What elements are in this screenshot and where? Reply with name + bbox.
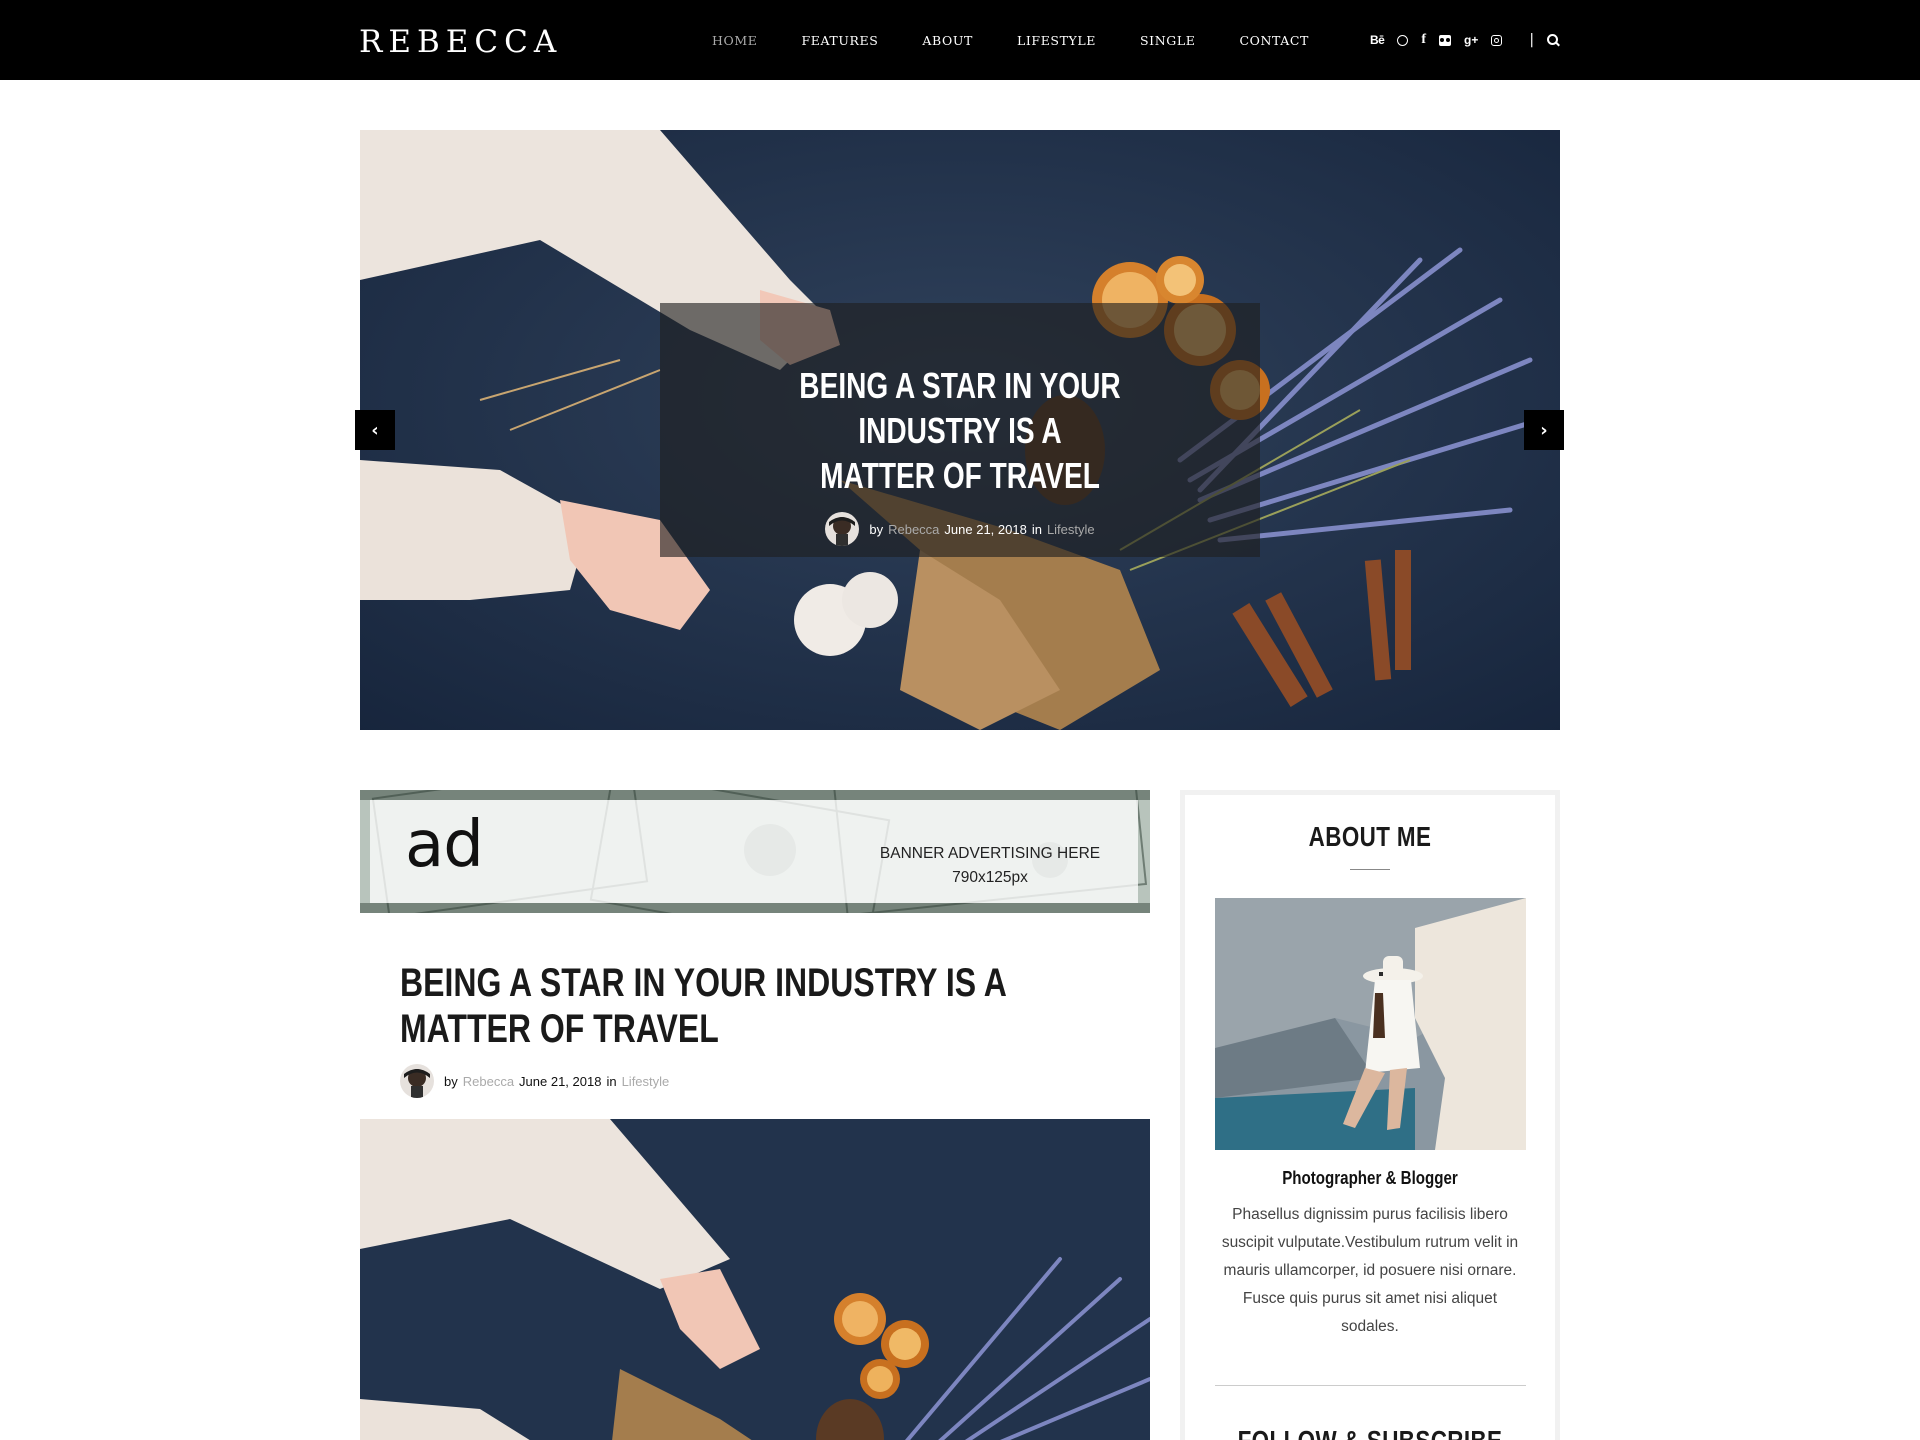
category-link[interactable]: Lifestyle [1047,522,1095,537]
main-menu: HOME FEATURES ABOUT LIFESTYLE SINGLE CON… [690,0,1331,80]
ad-description: BANNER ADVERTISING HERE 790x125px [875,842,1105,890]
meta-in-label: in [606,1073,617,1089]
nav-about[interactable]: ABOUT [922,33,973,48]
nav-lifestyle[interactable]: LIFESTYLE [1017,33,1096,48]
post-meta: by Rebecca June 21, 2018 in Lifestyle [400,1064,669,1098]
facebook-icon[interactable]: f [1421,33,1426,47]
meta-in-label: in [1031,521,1042,537]
author-link[interactable]: Rebecca [463,1074,514,1089]
author-role: Photographer & Blogger [1282,1168,1458,1188]
site-logo[interactable]: REBECCA [359,22,562,62]
hero-post-meta: by Rebecca June 21, 2018 in Lifestyle [660,512,1260,546]
ad-overlay-panel: ad BANNER ADVERTISING HERE 790x125px [370,800,1138,903]
post-featured-image[interactable] [360,1119,1150,1440]
author-link[interactable]: Rebecca [888,522,939,537]
hero-post-title[interactable]: BEING A STAR IN YOUR INDUSTRY IS A MATTE… [726,363,1194,498]
nav-features[interactable]: FEATURES [801,33,878,48]
section-divider [1215,1385,1526,1386]
ad-line-2: 790x125px [952,869,1028,886]
author-avatar[interactable] [825,512,860,546]
meta-by-label: by [444,1073,458,1089]
flickr-icon[interactable] [1439,34,1452,46]
slider-next-button[interactable]: › [1524,410,1564,450]
chevron-right-icon: › [1540,419,1548,441]
slider-prev-button[interactable]: ‹ [355,410,395,450]
ad-line-1: BANNER ADVERTISING HERE [879,845,1101,862]
meta-by-label: by [869,521,884,537]
sidebar-about-widget: ABOUT ME Photographer & Blogger Phasellu… [1180,790,1560,1440]
google-plus-icon[interactable]: g+ [1464,34,1478,46]
chevron-left-icon: ‹ [371,419,379,441]
author-bio: Phasellus dignissim purus facilisis libe… [1221,1206,1519,1335]
nav-home[interactable]: HOME [712,33,757,48]
behance-icon[interactable]: Bē [1370,34,1385,46]
nav-contact[interactable]: CONTACT [1239,33,1309,48]
social-links: Bē f g+ | [1370,0,1573,80]
post-date: June 21, 2018 [944,521,1027,537]
heading-divider [1350,869,1390,870]
top-navigation-bar: REBECCA HOME FEATURES ABOUT LIFESTYLE SI… [0,0,1920,80]
dribbble-icon[interactable] [1397,34,1409,46]
post-date: June 21, 2018 [519,1073,602,1089]
search-icon[interactable] [1547,33,1560,47]
about-me-heading: ABOUT ME [1308,821,1432,852]
follow-subscribe-heading: FOLLOW & SUBSCRIBE [1222,1425,1518,1440]
header-separator: | [1529,32,1535,48]
ad-banner[interactable]: ad BANNER ADVERTISING HERE 790x125px [360,790,1150,913]
author-photo [1215,898,1526,1150]
featured-slider[interactable]: BEING A STAR IN YOUR INDUSTRY IS A MATTE… [360,130,1560,730]
nav-single[interactable]: SINGLE [1140,33,1195,48]
instagram-icon[interactable] [1491,34,1503,46]
post-image-art [360,1119,1150,1440]
ad-word: ad [405,808,484,882]
post-title[interactable]: BEING A STAR IN YOUR INDUSTRY IS A MATTE… [400,960,1088,1052]
category-link[interactable]: Lifestyle [622,1074,670,1089]
author-avatar[interactable] [400,1064,434,1098]
hero-caption-box: BEING A STAR IN YOUR INDUSTRY IS A MATTE… [660,303,1260,557]
